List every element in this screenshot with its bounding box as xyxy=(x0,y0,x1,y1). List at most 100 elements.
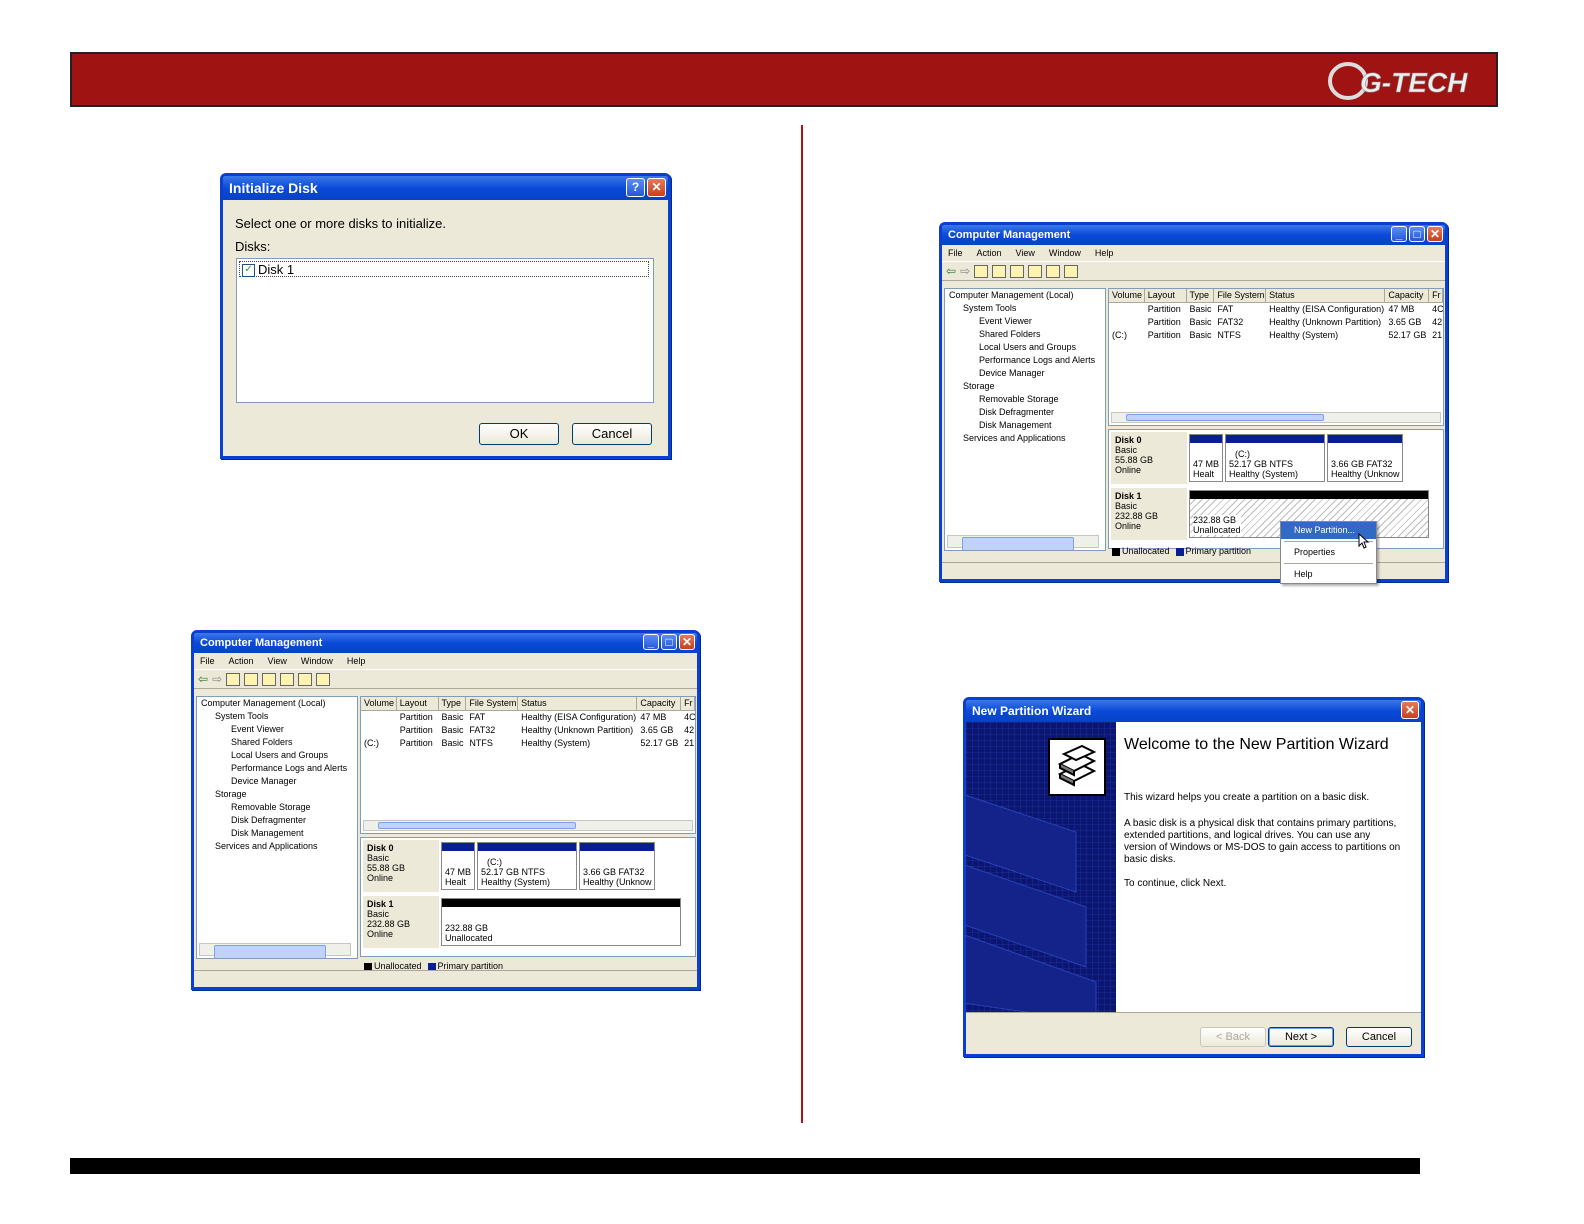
table-row[interactable]: Partition Basic FAT Healthy (EISA Config… xyxy=(361,711,695,724)
menu-window[interactable]: Window xyxy=(301,656,333,666)
disk0-partition-c[interactable]: (C:) 52.17 GB NTFS Healthy (System) xyxy=(477,842,577,890)
disk0-partition-3[interactable]: 3.66 GB FAT32 Healthy (Unknow xyxy=(1327,434,1403,482)
tree-item-local-users[interactable]: Local Users and Groups xyxy=(945,341,1105,354)
tree-item-disk-defragmenter[interactable]: Disk Defragmenter xyxy=(945,406,1105,419)
maximize-button[interactable]: □ xyxy=(661,634,677,650)
col-layout[interactable]: Layout xyxy=(1145,289,1187,302)
disk1-unallocated[interactable]: 232.88 GB Unallocated xyxy=(441,898,681,946)
table-row[interactable]: Partition Basic FAT32 Healthy (Unknown P… xyxy=(361,724,695,737)
forward-arrow-icon[interactable]: ⇨ xyxy=(212,672,222,686)
col-capacity[interactable]: Capacity xyxy=(637,697,682,710)
show-hide-tree-icon[interactable] xyxy=(992,264,1007,278)
tree-item-disk-management[interactable]: Disk Management xyxy=(945,419,1105,432)
next-button[interactable]: Next > xyxy=(1268,1027,1334,1047)
up-folder-icon[interactable] xyxy=(974,264,989,278)
tree-item-removable-storage[interactable]: Removable Storage xyxy=(945,393,1105,406)
export-icon[interactable] xyxy=(280,672,295,686)
ok-button[interactable]: OK xyxy=(479,423,559,445)
tree-hscrollbar[interactable] xyxy=(947,535,1099,550)
close-button[interactable]: ✕ xyxy=(647,178,666,197)
disk0-partition-1[interactable]: 47 MB Healt xyxy=(1189,434,1223,482)
tree-item-root[interactable]: Computer Management (Local) xyxy=(945,289,1105,302)
tree-item-event-viewer[interactable]: Event Viewer xyxy=(945,315,1105,328)
col-file-system[interactable]: File System xyxy=(1214,289,1267,302)
disk-checkbox[interactable]: ✓ xyxy=(242,264,255,277)
menu-help[interactable]: Help xyxy=(347,656,366,666)
console-icon[interactable] xyxy=(1064,264,1079,278)
tree-item-device-manager[interactable]: Device Manager xyxy=(197,775,357,788)
col-type[interactable]: Type xyxy=(1187,289,1215,302)
tree-item-shared-folders[interactable]: Shared Folders xyxy=(945,328,1105,341)
disk0-partition-1[interactable]: 47 MB Healt xyxy=(441,842,475,890)
tree-item-performance-logs[interactable]: Performance Logs and Alerts xyxy=(197,762,357,775)
col-free[interactable]: Fr xyxy=(681,697,695,710)
tree-item-storage[interactable]: Storage xyxy=(197,788,357,801)
disk0-partition-3[interactable]: 3.66 GB FAT32 Healthy (Unknow xyxy=(579,842,655,890)
table-row[interactable]: (C:) Partition Basic NTFS Healthy (Syste… xyxy=(361,737,695,750)
col-status[interactable]: Status xyxy=(1266,289,1386,302)
tree-item-removable-storage[interactable]: Removable Storage xyxy=(197,801,357,814)
menu-action[interactable]: Action xyxy=(229,656,254,666)
menu-file[interactable]: File xyxy=(200,656,215,666)
tree-item-shared-folders[interactable]: Shared Folders xyxy=(197,736,357,749)
menu-file[interactable]: File xyxy=(948,248,963,258)
table-row[interactable]: Partition Basic FAT32 Healthy (Unknown P… xyxy=(1109,316,1443,329)
disk1-label[interactable]: Disk 1 Basic 232.88 GB Online xyxy=(1111,488,1187,540)
col-status[interactable]: Status xyxy=(518,697,638,710)
console-icon[interactable] xyxy=(316,672,331,686)
tree-hscrollbar[interactable] xyxy=(199,943,351,958)
minimize-button[interactable]: _ xyxy=(1391,226,1407,242)
show-hide-tree-icon[interactable] xyxy=(244,672,259,686)
disk1-label[interactable]: Disk 1 Basic 232.88 GB Online xyxy=(363,896,439,948)
col-volume[interactable]: Volume xyxy=(361,697,397,710)
properties-icon[interactable] xyxy=(262,672,277,686)
back-arrow-icon[interactable]: ⇦ xyxy=(198,672,208,686)
table-row[interactable]: Partition Basic FAT Healthy (EISA Config… xyxy=(1109,303,1443,316)
disk0-partition-c[interactable]: (C:) 52.17 GB NTFS Healthy (System) xyxy=(1225,434,1325,482)
tree-item-storage[interactable]: Storage xyxy=(945,380,1105,393)
tree-item-performance-logs[interactable]: Performance Logs and Alerts xyxy=(945,354,1105,367)
close-button[interactable]: ✕ xyxy=(1427,226,1443,242)
menu-help[interactable]: Help xyxy=(1095,248,1114,258)
menu-view[interactable]: View xyxy=(1016,248,1035,258)
help-button[interactable]: ? xyxy=(626,178,645,197)
col-type[interactable]: Type xyxy=(439,697,467,710)
back-arrow-icon[interactable]: ⇦ xyxy=(946,264,956,278)
maximize-button[interactable]: □ xyxy=(1409,226,1425,242)
forward-arrow-icon[interactable]: ⇨ xyxy=(960,264,970,278)
help-icon[interactable] xyxy=(298,672,313,686)
menu-view[interactable]: View xyxy=(268,656,287,666)
close-button[interactable]: ✕ xyxy=(679,634,695,650)
minimize-button[interactable]: _ xyxy=(643,634,659,650)
tree-item-root[interactable]: Computer Management (Local) xyxy=(197,697,357,710)
col-file-system[interactable]: File System xyxy=(466,697,519,710)
list-hscrollbar[interactable] xyxy=(1111,412,1441,423)
table-row[interactable]: (C:) Partition Basic NTFS Healthy (Syste… xyxy=(1109,329,1443,342)
col-layout[interactable]: Layout xyxy=(397,697,439,710)
cancel-button[interactable]: Cancel xyxy=(1346,1027,1412,1047)
disk0-label[interactable]: Disk 0 Basic 55.88 GB Online xyxy=(1111,432,1187,484)
tree-item-services[interactable]: Services and Applications xyxy=(945,432,1105,445)
tree-item-services[interactable]: Services and Applications xyxy=(197,840,357,853)
tree-item-disk-defragmenter[interactable]: Disk Defragmenter xyxy=(197,814,357,827)
tree-item-system-tools[interactable]: System Tools xyxy=(945,302,1105,315)
up-folder-icon[interactable] xyxy=(226,672,241,686)
export-icon[interactable] xyxy=(1028,264,1043,278)
menu-action[interactable]: Action xyxy=(977,248,1002,258)
back-button[interactable]: < Back xyxy=(1200,1027,1266,1047)
tree-item-local-users[interactable]: Local Users and Groups xyxy=(197,749,357,762)
col-capacity[interactable]: Capacity xyxy=(1385,289,1430,302)
list-hscrollbar[interactable] xyxy=(363,820,693,831)
menu-item-help[interactable]: Help xyxy=(1281,566,1376,583)
close-button[interactable]: ✕ xyxy=(1401,701,1419,719)
col-free[interactable]: Fr xyxy=(1429,289,1443,302)
col-volume[interactable]: Volume xyxy=(1109,289,1145,302)
help-icon[interactable] xyxy=(1046,264,1061,278)
cancel-button[interactable]: Cancel xyxy=(572,423,652,445)
tree-item-event-viewer[interactable]: Event Viewer xyxy=(197,723,357,736)
properties-icon[interactable] xyxy=(1010,264,1025,278)
disk-list-item[interactable]: ✓ Disk 1 xyxy=(239,261,649,277)
tree-item-disk-management[interactable]: Disk Management xyxy=(197,827,357,840)
tree-item-system-tools[interactable]: System Tools xyxy=(197,710,357,723)
disk0-label[interactable]: Disk 0 Basic 55.88 GB Online xyxy=(363,840,439,892)
